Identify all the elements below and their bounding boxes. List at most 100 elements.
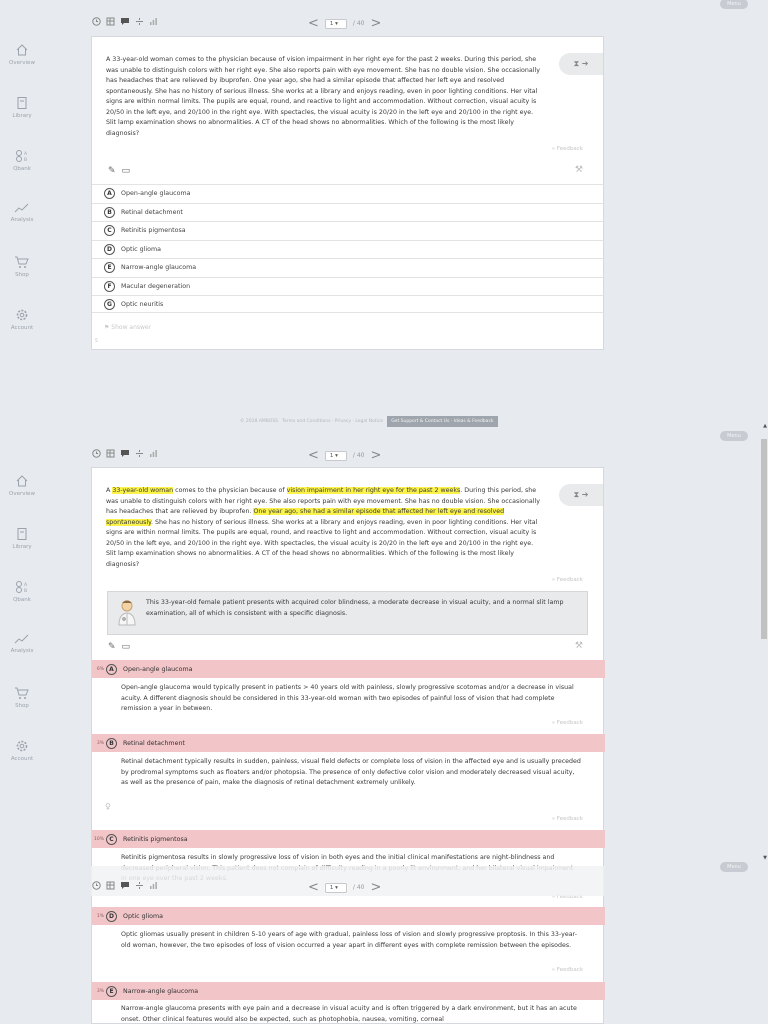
answer-explanation-header[interactable]: 10% C Retinitis pigmentosa [92,830,605,848]
sidebar-item-shop[interactable]: Shop [0,255,44,278]
show-answer-button[interactable]: ⚑ Show answer [104,324,151,331]
option-text: Retinitis pigmentosa [121,227,186,234]
sidebar-item-account[interactable]: Account [0,739,44,762]
answer-percent: 3% [96,740,104,746]
sidebar-item-library[interactable]: Library [0,96,44,119]
sidebar-item-account[interactable]: Account [0,308,44,331]
sidebar-item-label: Overview [9,60,35,66]
option-text: Retinal detachment [121,209,183,216]
sidebar-item-overview[interactable]: Overview [0,43,44,66]
library-icon [17,97,27,109]
question-select[interactable]: 1 ▾ [324,450,347,461]
answer-option[interactable]: A Open-angle glaucoma [92,184,603,202]
stats-icon[interactable] [149,449,158,458]
feedback-link[interactable]: » Feedback [552,816,583,822]
answer-percent: 3% [96,988,104,994]
answer-explanation-header[interactable]: 1% D Optic glioma [92,907,605,925]
sidebar-item-label: Shop [15,272,29,278]
answer-option[interactable]: C Retinitis pigmentosa [92,221,603,239]
prev-question-button[interactable]: < [308,881,319,894]
support-button[interactable]: Get Support & Contact Us · Ideas & Feedb… [387,416,498,427]
option-letter: D [106,910,117,922]
answer-explanation-text: Optic gliomas usually present in childre… [121,931,578,949]
comment-icon[interactable] [120,881,130,890]
highlight-pen-icon[interactable]: ✎ [108,642,116,652]
analysis-icon [14,634,29,644]
note-icon[interactable]: ▭ [122,642,131,652]
answer-option[interactable]: B Retinal detachment [92,203,603,221]
compress-icon[interactable] [135,17,144,26]
wrench-icon[interactable]: ⚒ [575,165,583,175]
stats-icon[interactable] [149,881,158,890]
option-text: Macular degeneration [121,283,191,290]
answer-option[interactable]: E Narrow-angle glaucoma [92,258,603,276]
next-question-button[interactable]: > [370,881,381,894]
next-question-button[interactable]: > [370,17,381,30]
menu-button[interactable]: Menu [720,0,748,9]
svg-text:A: A [24,151,28,157]
tools-toggle-button[interactable]: ⧗ ➔ [559,53,603,75]
scrollbar[interactable] [760,431,768,863]
feedback-link[interactable]: » Feedback [552,967,583,973]
gear-icon [16,309,28,321]
sidebar-item-label: Account [10,756,34,762]
prev-question-button[interactable]: < [308,449,319,462]
svg-text:B: B [24,588,27,594]
sidebar-item-analysis[interactable]: Analysis [0,202,44,223]
sidebar-item-qbank[interactable]: AB Qbank [0,580,44,603]
answer-option[interactable]: D Optic glioma [92,240,603,258]
answer-explanation-header[interactable]: 3% E Narrow-angle glaucoma [92,982,605,1000]
comment-icon[interactable] [120,17,130,26]
question-select[interactable]: 1 ▾ [324,18,347,29]
question-select[interactable]: 1 ▾ [324,882,347,893]
feedback-link[interactable]: » Feedback [552,577,583,583]
question-total: / 40 [352,20,365,27]
note-icon[interactable]: ▭ [122,166,131,176]
highlight-pen-icon[interactable]: ✎ [108,166,116,176]
sidebar-item-label: Account [10,325,34,331]
scrollbar-thumb[interactable] [761,439,767,639]
qbank-icon: AB [16,581,28,594]
answer-option[interactable]: G Optic neuritis [92,295,603,313]
question-stem-highlighted: A 33-year-old woman comes to the physici… [106,487,540,568]
clock-icon[interactable] [92,17,101,26]
sidebar-item-library[interactable]: Library [0,527,44,550]
clock-icon[interactable] [92,881,101,890]
sidebar-item-qbank[interactable]: AB Qbank [0,149,44,172]
compress-icon[interactable] [135,881,144,890]
explanation-text: This 33-year-old female patient presents… [146,599,564,617]
wrench-icon[interactable]: ⚒ [575,641,583,651]
sidebar-item-overview[interactable]: Overview [0,474,44,497]
answer-explanation-header[interactable]: 3% B Retinal detachment [92,734,605,752]
answer-explanation-header[interactable]: 6% A Open-angle glaucoma [92,660,605,678]
lightbulb-icon[interactable]: ♀ [105,802,111,811]
feedback-link[interactable]: » Feedback [552,720,583,726]
next-question-button[interactable]: > [370,449,381,462]
comment-icon[interactable] [120,449,130,458]
footer: © 2018 AMBOSS Terms and Conditions · Pri… [240,416,498,427]
menu-button[interactable]: Menu [720,431,748,441]
answer-title: Retinitis pigmentosa [123,835,188,843]
question-total: / 40 [352,884,365,891]
prev-question-button[interactable]: < [308,17,319,30]
lab-values-icon[interactable] [106,881,115,890]
scroll-up-arrow[interactable]: ▲ [763,423,767,429]
compress-icon[interactable] [135,449,144,458]
clock-icon[interactable] [92,449,101,458]
lab-values-icon[interactable] [106,449,115,458]
tools-toggle-button[interactable]: ⧗ ➔ [559,484,603,506]
option-text: Narrow-angle glaucoma [121,264,197,271]
stats-icon[interactable] [149,17,158,26]
sidebar-item-shop[interactable]: Shop [0,686,44,709]
shop-icon [15,256,29,268]
feedback-link[interactable]: » Feedback [552,146,583,152]
footer-links[interactable]: Terms and Conditions · Privacy · Legal N… [282,419,383,424]
corner-number: 5 [95,339,98,344]
question-card: A 33-year-old woman comes to the physici… [91,36,604,350]
lab-values-icon[interactable] [106,17,115,26]
answer-option[interactable]: F Macular degeneration [92,277,603,295]
menu-button[interactable]: Menu [720,862,748,872]
sidebar-item-analysis[interactable]: Analysis [0,633,44,654]
scroll-down-arrow[interactable]: ▼ [763,855,767,861]
question-stem: A 33-year-old woman comes to the physici… [106,56,540,137]
